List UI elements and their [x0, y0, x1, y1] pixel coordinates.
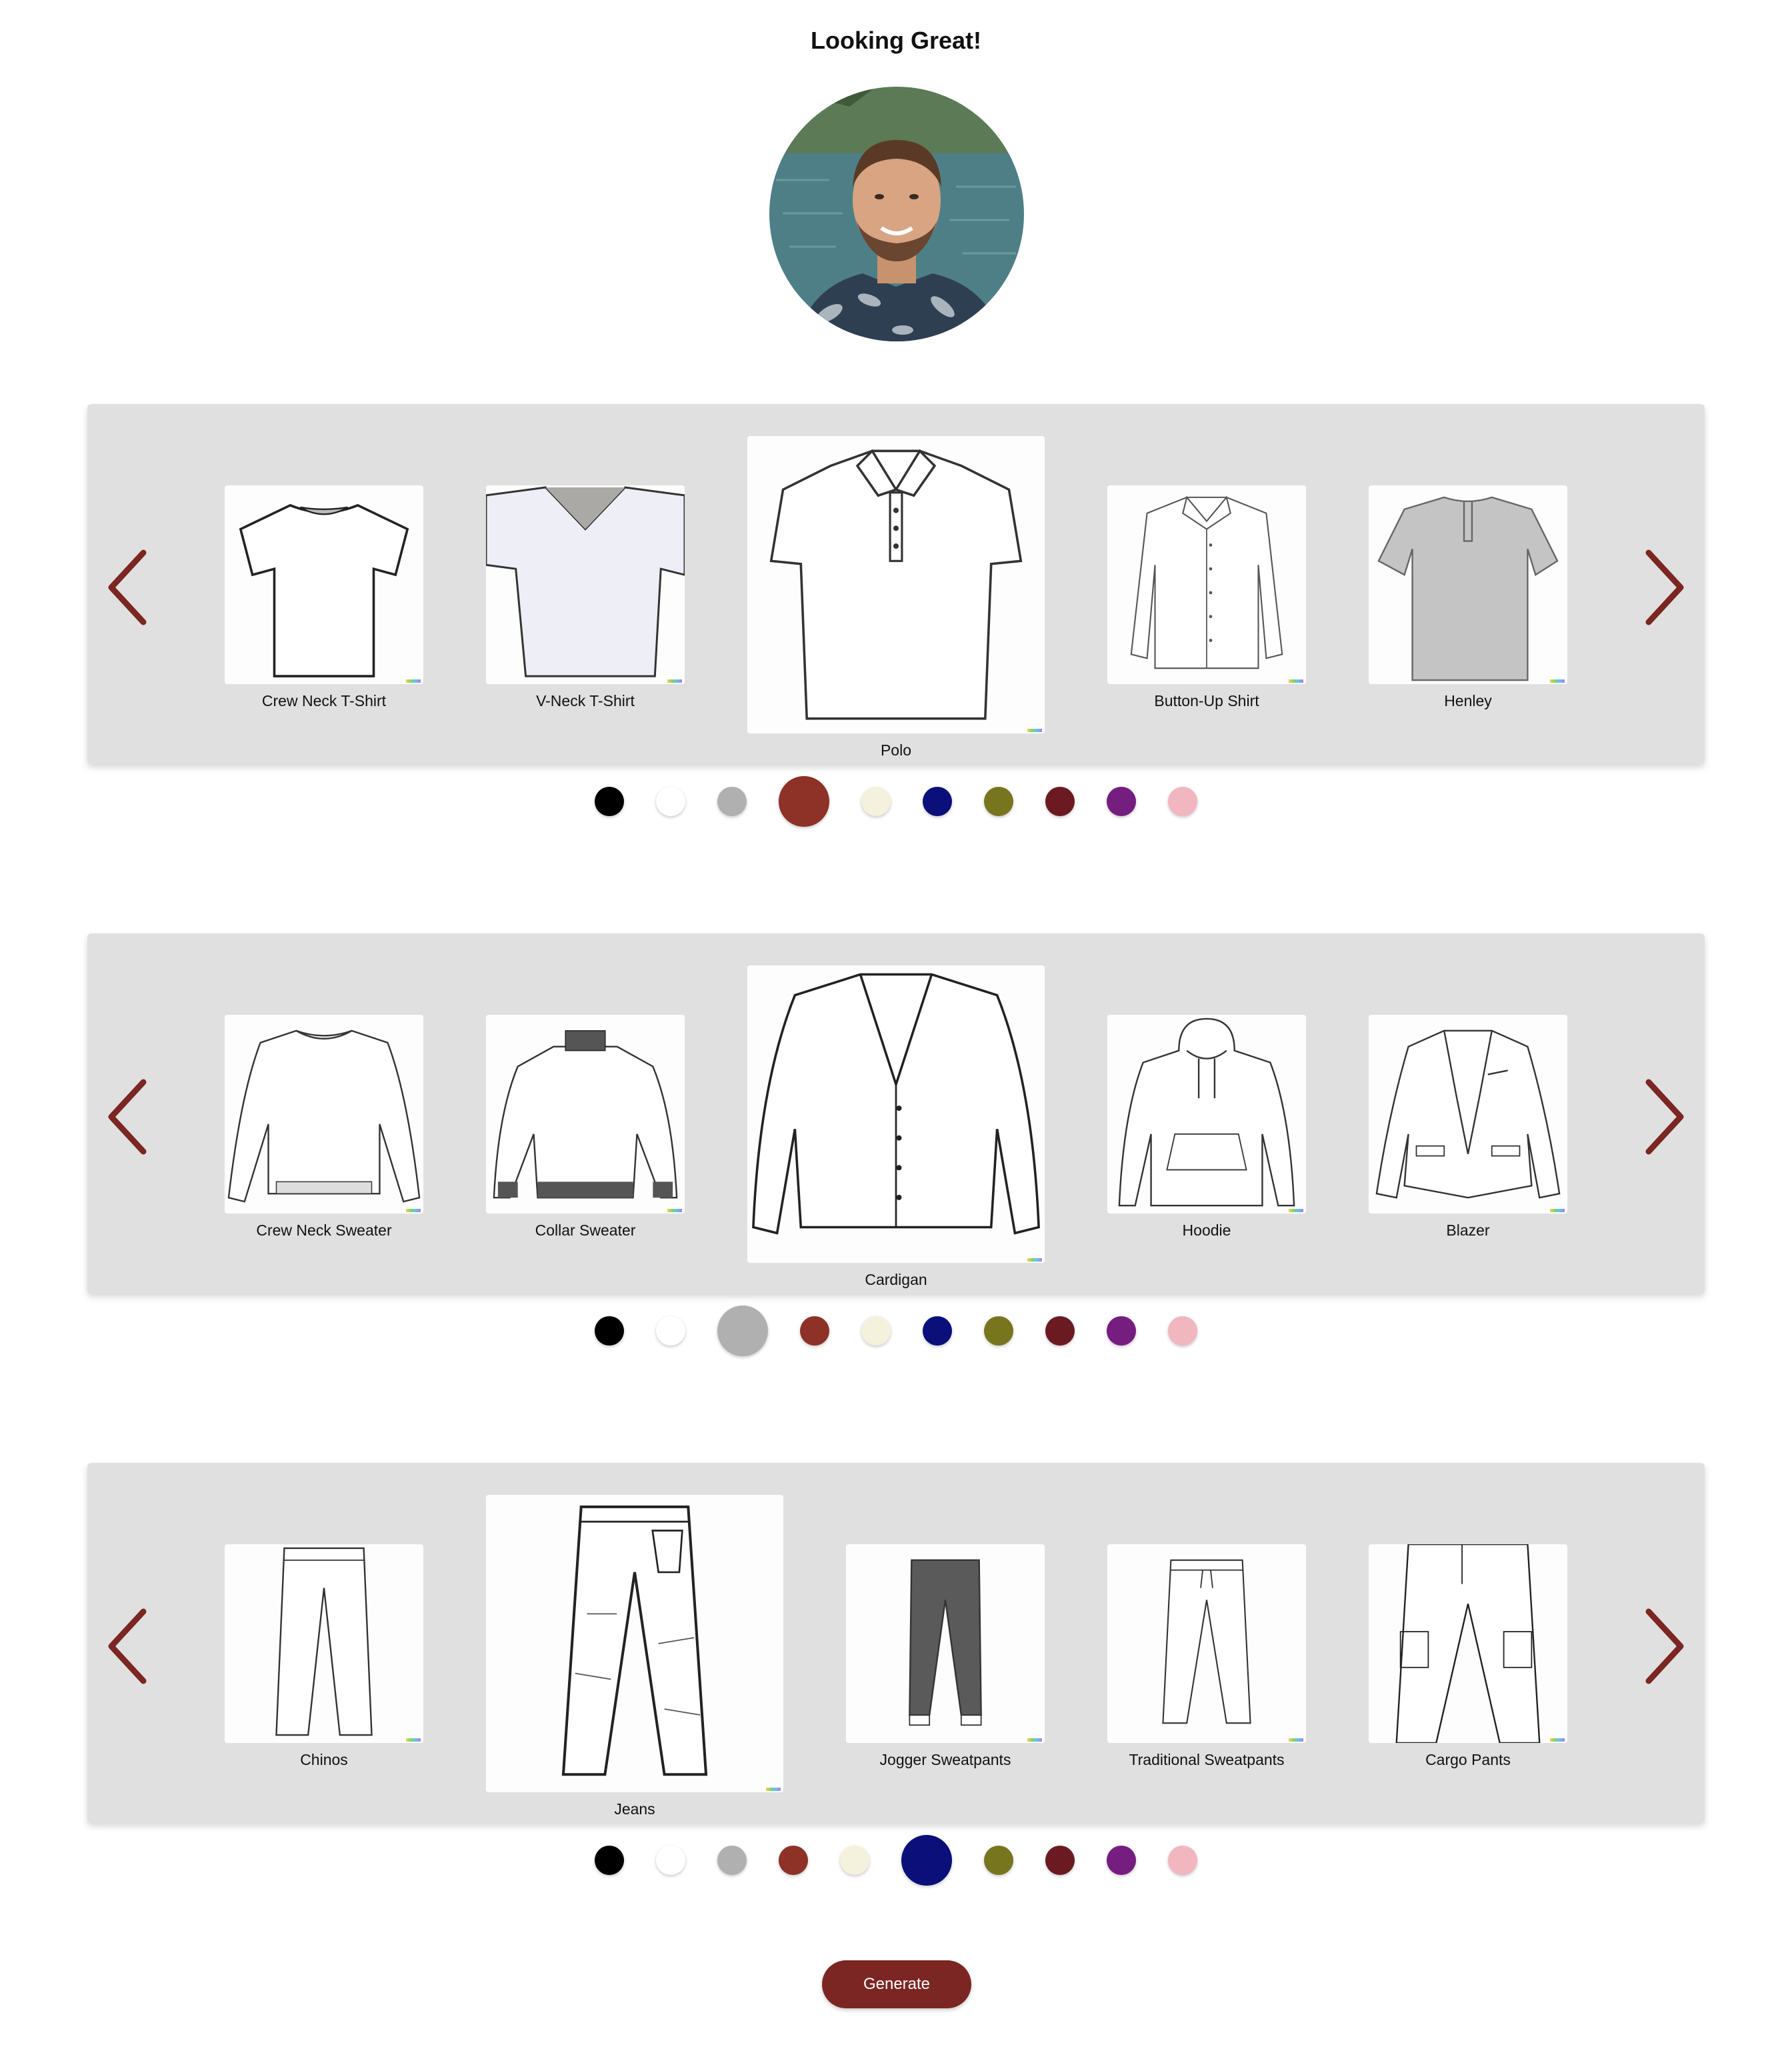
color-swatch-rust-selected[interactable] [779, 776, 829, 827]
color-swatch-white[interactable] [656, 787, 685, 816]
color-swatch-pink[interactable] [1168, 1846, 1197, 1875]
collar-sweater-image [486, 1015, 685, 1214]
item-label: Jogger Sweatpants [879, 1751, 1011, 1768]
chevron-right-icon [1645, 549, 1684, 625]
item-label: Polo [880, 741, 912, 759]
avatar [769, 87, 1024, 341]
bottoms-next-button[interactable] [1635, 1603, 1695, 1690]
color-swatch-gray-selected[interactable] [717, 1306, 768, 1356]
layers-next-button[interactable] [1635, 1074, 1695, 1160]
item-label: Traditional Sweatpants [1129, 1751, 1285, 1768]
chevron-left-icon [108, 549, 147, 625]
crew-neck-sweater-image [225, 1015, 423, 1214]
item-label: Crew Neck Sweater [256, 1222, 392, 1239]
color-swatch-rust[interactable] [779, 1846, 808, 1875]
cargo-pants-image [1369, 1544, 1567, 1743]
tops-carousel: Crew Neck T-Shirt V-Neck T-Shirt Polo Bu… [87, 404, 1705, 764]
bottoms-carousel: Chinos Jeans Jogger Sweatpants Tradition… [87, 1463, 1705, 1823]
jogger-sweatpants-image [846, 1544, 1045, 1743]
polo-image [747, 436, 1045, 733]
color-swatch-navy-selected[interactable] [901, 1835, 952, 1886]
color-swatch-cream[interactable] [861, 1316, 891, 1346]
color-swatch-purple[interactable] [1107, 1846, 1136, 1875]
chevron-left-icon [108, 1079, 147, 1155]
color-swatch-black[interactable] [595, 787, 624, 816]
color-swatch-maroon[interactable] [1045, 787, 1075, 816]
carousel-item[interactable]: Chinos [225, 1463, 423, 1770]
color-swatch-purple[interactable] [1107, 1316, 1136, 1346]
cardigan-image [747, 965, 1045, 1263]
item-label: Jeans [614, 1800, 655, 1818]
carousel-item[interactable]: Crew Neck T-Shirt [225, 404, 423, 711]
carousel-item[interactable]: Henley [1369, 404, 1567, 711]
bottoms-color-swatches [0, 1834, 1792, 1887]
carousel-item[interactable]: V-Neck T-Shirt [486, 404, 685, 711]
color-swatch-maroon[interactable] [1045, 1846, 1075, 1875]
carousel-item[interactable]: Collar Sweater [486, 933, 685, 1240]
chevron-right-icon [1645, 1608, 1684, 1684]
layers-prev-button[interactable] [97, 1074, 157, 1160]
carousel-item[interactable]: Button-Up Shirt [1107, 404, 1306, 711]
carousel-item-selected[interactable]: Jeans [486, 1463, 783, 1819]
color-swatch-cream[interactable] [840, 1846, 869, 1875]
color-swatch-black[interactable] [595, 1316, 624, 1346]
color-swatch-navy[interactable] [923, 1316, 952, 1346]
carousel-item[interactable]: Cargo Pants [1369, 1463, 1567, 1770]
layers-color-swatches [0, 1304, 1792, 1358]
color-swatch-gray[interactable] [717, 787, 747, 816]
color-swatch-gray[interactable] [717, 1846, 747, 1875]
item-label: Chinos [300, 1751, 348, 1768]
button-up-shirt-image [1107, 485, 1306, 684]
chinos-image [225, 1544, 423, 1743]
item-label: Blazer [1446, 1222, 1490, 1239]
generate-button[interactable]: Generate [822, 1960, 971, 2008]
tops-color-swatches [0, 775, 1792, 828]
bottoms-prev-button[interactable] [97, 1603, 157, 1690]
tops-prev-button[interactable] [97, 544, 157, 631]
carousel-item[interactable]: Jogger Sweatpants [846, 1463, 1045, 1770]
page-title: Looking Great! [810, 27, 981, 54]
carousel-item-selected[interactable]: Polo [747, 404, 1045, 760]
color-swatch-cream[interactable] [861, 787, 891, 816]
hoodie-image [1107, 1015, 1306, 1214]
color-swatch-navy[interactable] [923, 787, 952, 816]
color-swatch-white[interactable] [656, 1846, 685, 1875]
item-label: V-Neck T-Shirt [536, 692, 635, 709]
item-label: Cargo Pants [1425, 1751, 1511, 1768]
carousel-item[interactable]: Hoodie [1107, 933, 1306, 1240]
color-swatch-white[interactable] [656, 1316, 685, 1346]
color-swatch-maroon[interactable] [1045, 1316, 1075, 1346]
color-swatch-rust[interactable] [800, 1316, 829, 1346]
jeans-image [486, 1495, 783, 1792]
color-swatch-pink[interactable] [1168, 787, 1197, 816]
blazer-image [1369, 1015, 1567, 1214]
item-label: Hoodie [1182, 1222, 1231, 1239]
item-label: Henley [1444, 692, 1492, 709]
chevron-left-icon [108, 1608, 147, 1684]
henley-image [1369, 485, 1567, 684]
chevron-right-icon [1645, 1079, 1684, 1155]
tops-next-button[interactable] [1635, 544, 1695, 631]
v-neck-tshirt-image [486, 485, 685, 684]
carousel-item[interactable]: Traditional Sweatpants [1107, 1463, 1306, 1770]
carousel-item[interactable]: Blazer [1369, 933, 1567, 1240]
item-label: Cardigan [865, 1271, 927, 1288]
item-label: Button-Up Shirt [1154, 692, 1259, 709]
color-swatch-olive[interactable] [984, 1846, 1013, 1875]
color-swatch-olive[interactable] [984, 1316, 1013, 1346]
color-swatch-pink[interactable] [1168, 1316, 1197, 1346]
traditional-sweatpants-image [1107, 1544, 1306, 1743]
item-label: Collar Sweater [535, 1222, 636, 1239]
carousel-item[interactable]: Crew Neck Sweater [225, 933, 423, 1240]
carousel-item-selected[interactable]: Cardigan [747, 933, 1045, 1290]
layers-carousel: Crew Neck Sweater Collar Sweater Cardiga… [87, 933, 1705, 1294]
color-swatch-black[interactable] [595, 1846, 624, 1875]
color-swatch-olive[interactable] [984, 787, 1013, 816]
item-label: Crew Neck T-Shirt [261, 692, 387, 709]
crew-neck-tshirt-image [225, 485, 423, 684]
color-swatch-purple[interactable] [1107, 787, 1136, 816]
